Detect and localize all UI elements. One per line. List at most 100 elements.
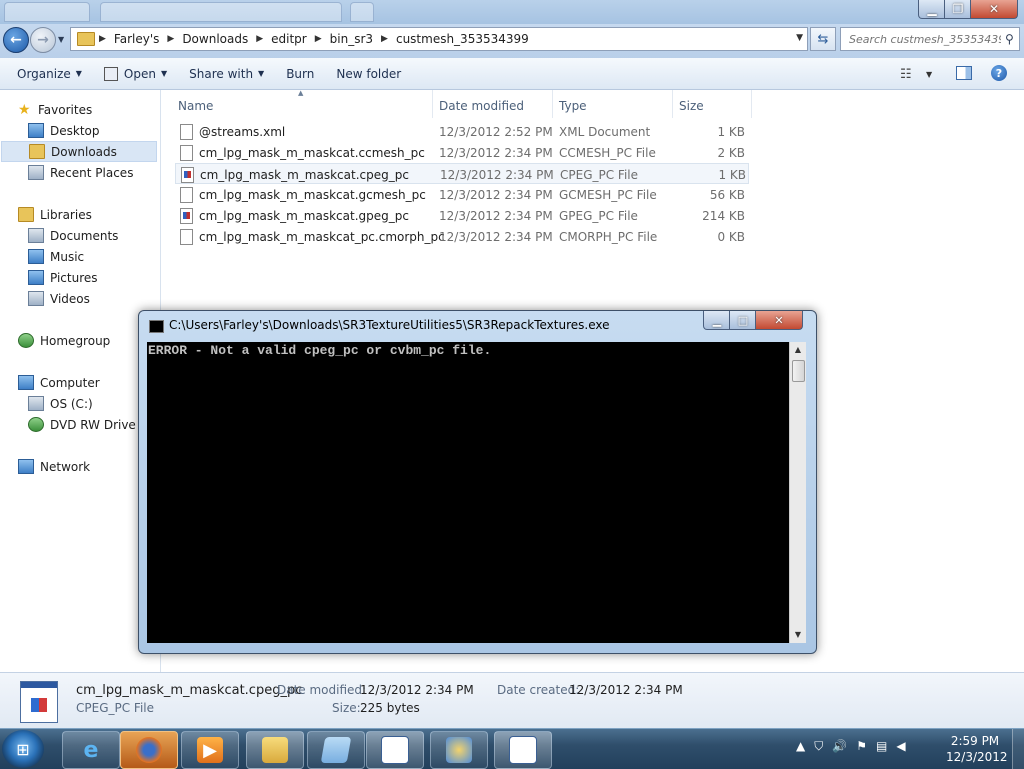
details-date-modified: 12/3/2012 2:34 PM — [360, 683, 474, 697]
breadcrumb-downloads[interactable]: Downloads — [178, 28, 252, 50]
console-title: C:\Users\Farley's\Downloads\SR3TextureUt… — [169, 318, 610, 332]
nav-recent-places[interactable]: Recent Places — [28, 162, 133, 183]
network-status-icon[interactable]: ▤ — [876, 739, 887, 754]
chevron-down-icon[interactable]: ▼ — [926, 70, 932, 79]
action-center-flag-icon[interactable]: ⚑ — [856, 739, 867, 754]
file-row[interactable]: cm_lpg_mask_m_maskcat_pc.cmorph_pc 12/3/… — [175, 226, 749, 247]
libraries-icon — [18, 207, 34, 222]
start-button[interactable]: ⊞ — [2, 730, 44, 768]
chevron-right-icon[interactable]: ▶ — [377, 34, 392, 44]
program-window-icon — [509, 736, 537, 764]
file-name: cm_lpg_mask_m_maskcat.gpeg_pc — [199, 208, 409, 223]
column-divider[interactable] — [751, 90, 752, 118]
console-window[interactable]: C:\Users\Farley's\Downloads\SR3TextureUt… — [138, 310, 817, 654]
console-minimize-button[interactable]: ▁ — [703, 311, 731, 330]
chevron-right-icon[interactable]: ▶ — [95, 34, 110, 44]
taskbar-console-app[interactable] — [366, 731, 424, 769]
nav-dvd-drive[interactable]: DVD RW Drive (D — [28, 414, 154, 435]
forward-button[interactable]: → — [30, 27, 56, 53]
taskbar-notepad[interactable] — [307, 731, 365, 769]
burn-button[interactable]: Burn — [278, 58, 322, 89]
help-icon[interactable]: ? — [991, 65, 1007, 81]
security-shield-icon[interactable]: ⛉ — [814, 739, 823, 754]
scroll-up-arrow-icon[interactable]: ▲ — [790, 342, 806, 358]
navigation-pane: ★ Favorites Desktop Downloads Recent Pla… — [0, 90, 161, 672]
file-name: cm_lpg_mask_m_maskcat.ccmesh_pc — [199, 145, 425, 160]
taskbar-internet-explorer[interactable]: e — [62, 731, 120, 769]
column-header-name[interactable]: Name — [178, 96, 213, 116]
chevron-down-icon[interactable]: ▼ — [796, 33, 803, 43]
share-with-button[interactable]: Share with ▼ — [181, 58, 272, 89]
chevron-right-icon[interactable]: ▶ — [252, 34, 267, 44]
search-box[interactable]: ⚲ — [840, 27, 1020, 51]
chevron-right-icon[interactable]: ▶ — [163, 34, 178, 44]
minimize-button[interactable]: ▁ — [918, 0, 946, 19]
file-icon — [180, 229, 193, 245]
breadcrumb-bin-sr3[interactable]: bin_sr3 — [326, 28, 377, 50]
nav-computer[interactable]: Computer — [18, 372, 100, 393]
open-button[interactable]: Open ▼ — [96, 58, 175, 89]
refresh-button[interactable]: ⇆ — [810, 27, 836, 51]
nav-label: Computer — [40, 375, 100, 390]
nav-os-c[interactable]: OS (C:) — [28, 393, 93, 414]
console-scrollbar[interactable]: ▲ ▼ — [789, 342, 806, 643]
nav-videos[interactable]: Videos — [28, 288, 90, 309]
console-close-button[interactable]: ✕ — [755, 311, 803, 330]
share-with-label: Share with — [189, 66, 254, 81]
change-view-icon[interactable]: ☷ — [900, 67, 912, 82]
volume-icon[interactable]: 🔊 — [832, 739, 847, 754]
nav-pictures[interactable]: Pictures — [28, 267, 98, 288]
nav-music[interactable]: Music — [28, 246, 84, 267]
taskbar-windows-explorer[interactable] — [246, 731, 304, 769]
organize-button[interactable]: Organize ▼ — [9, 58, 90, 89]
nav-documents[interactable]: Documents — [28, 225, 118, 246]
volume-speaker-icon[interactable]: ◀ — [896, 739, 905, 754]
nav-network[interactable]: Network — [18, 456, 90, 477]
preview-pane-icon[interactable] — [956, 66, 972, 80]
breadcrumb-farleys[interactable]: Farley's — [110, 28, 163, 50]
hard-drive-icon — [28, 396, 44, 411]
scroll-down-arrow-icon[interactable]: ▼ — [790, 627, 806, 643]
clock-date[interactable]: 12/3/2012 — [946, 750, 1008, 764]
taskbar-firefox[interactable] — [120, 731, 178, 769]
column-divider[interactable] — [432, 90, 433, 118]
nav-homegroup[interactable]: Homegroup — [18, 330, 110, 351]
taskbar-media-player[interactable]: ▶ — [181, 731, 239, 769]
nav-label: Pictures — [50, 270, 98, 285]
nav-label: Desktop — [50, 123, 100, 138]
nav-libraries[interactable]: Libraries — [18, 204, 92, 225]
recent-pages-dropdown[interactable]: ▼ — [58, 35, 64, 44]
clock-time[interactable]: 2:59 PM — [946, 734, 1004, 748]
maximize-button[interactable]: ❐ — [944, 0, 972, 19]
file-row[interactable]: cm_lpg_mask_m_maskcat.gcmesh_pc 12/3/201… — [175, 184, 749, 205]
file-row[interactable]: @streams.xml 12/3/2012 2:52 PM XML Docum… — [175, 121, 749, 142]
back-button[interactable]: ← — [3, 27, 29, 53]
console-maximize-button[interactable]: □ — [729, 311, 757, 330]
search-icon[interactable]: ⚲ — [1005, 32, 1014, 46]
new-folder-button[interactable]: New folder — [328, 58, 409, 89]
taskbar-console-app-2[interactable] — [494, 731, 552, 769]
taskbar-paint[interactable] — [430, 731, 488, 769]
breadcrumb-editpr[interactable]: editpr — [267, 28, 311, 50]
column-divider[interactable] — [552, 90, 553, 118]
column-header-type[interactable]: Type — [559, 96, 587, 116]
nav-desktop[interactable]: Desktop — [28, 120, 100, 141]
file-row[interactable]: cm_lpg_mask_m_maskcat.ccmesh_pc 12/3/201… — [175, 142, 749, 163]
address-bar[interactable]: ▶ Farley's ▶ Downloads ▶ editpr ▶ bin_sr… — [70, 27, 808, 51]
nav-favorites[interactable]: ★ Favorites — [18, 99, 92, 120]
chevron-right-icon[interactable]: ▶ — [311, 34, 326, 44]
close-button[interactable]: ✕ — [970, 0, 1018, 19]
column-header-date-modified[interactable]: Date modified — [439, 96, 524, 116]
file-row[interactable]: cm_lpg_mask_m_maskcat.gpeg_pc 12/3/2012 … — [175, 205, 749, 226]
program-file-icon — [180, 208, 193, 224]
column-header-size[interactable]: Size — [679, 96, 704, 116]
show-desktop-button[interactable] — [1012, 729, 1024, 769]
nav-downloads[interactable]: Downloads — [1, 141, 157, 162]
breadcrumb-custmesh[interactable]: custmesh_353534399 — [392, 28, 533, 50]
scrollbar-thumb[interactable] — [792, 360, 805, 382]
column-divider[interactable] — [672, 90, 673, 118]
search-input[interactable] — [847, 31, 1003, 47]
console-output-area[interactable]: ERROR - Not a valid cpeg_pc or cvbm_pc f… — [147, 342, 789, 643]
show-hidden-icons-icon[interactable]: ▲ — [796, 739, 805, 754]
file-row-selected[interactable]: cm_lpg_mask_m_maskcat.cpeg_pc 12/3/2012 … — [175, 163, 749, 184]
